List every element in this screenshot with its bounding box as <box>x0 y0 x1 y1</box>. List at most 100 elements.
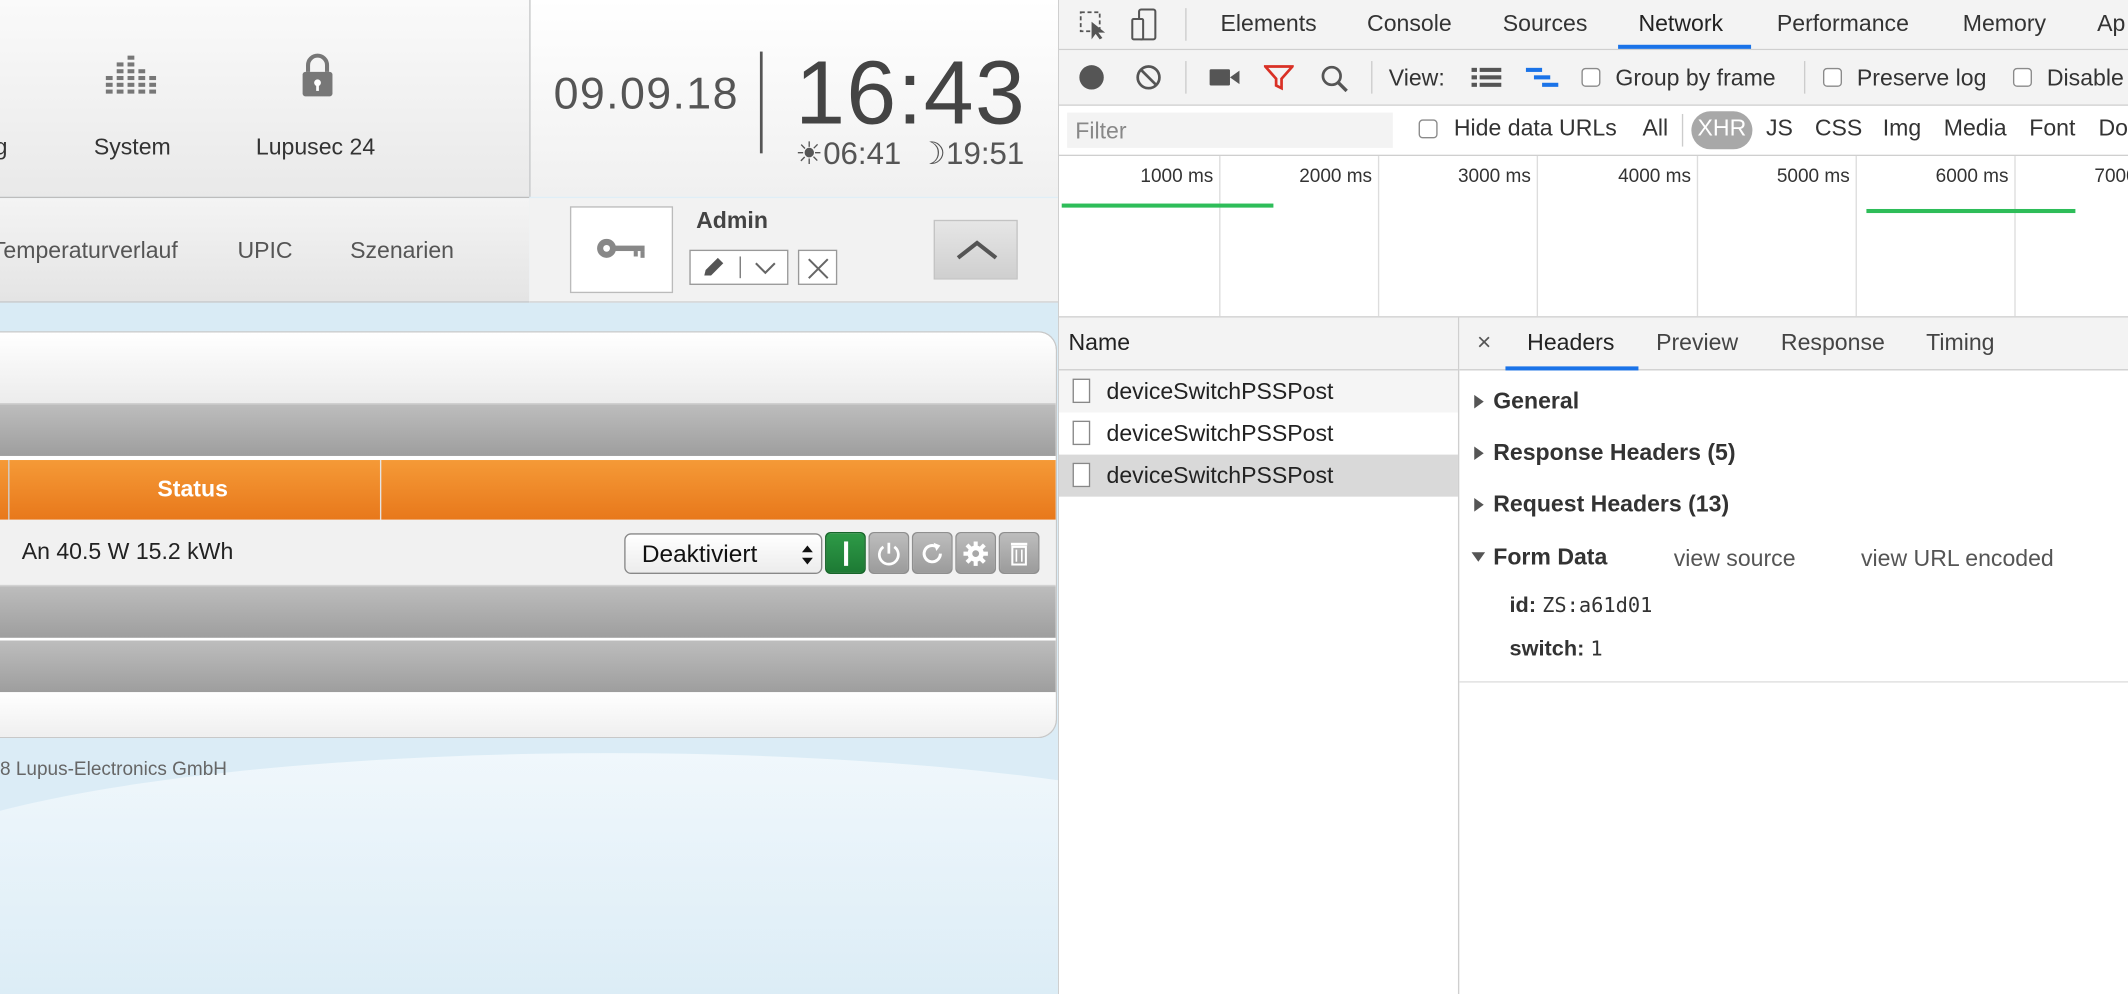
settings-button[interactable] <box>955 531 997 575</box>
devtools-panel: Elements Console Sources Network Perform… <box>1058 0 2128 994</box>
view-source-link[interactable]: view source <box>1674 546 1796 573</box>
timeline-gridline <box>1855 156 1857 317</box>
filter-type-xhr[interactable]: XHR <box>1691 111 1753 150</box>
sunrise-icon: ☀ <box>795 135 824 171</box>
tab-memory[interactable]: Memory <box>1963 11 2046 38</box>
select-arrows-icon <box>801 545 813 565</box>
filter-divider <box>1681 113 1684 147</box>
grey-band-3 <box>0 640 1056 693</box>
filter-type-media[interactable]: Media <box>1944 115 2007 142</box>
clear-icon[interactable] <box>1135 64 1162 91</box>
logout-button[interactable] <box>797 249 838 285</box>
device-panel: Status An 40.5 W 15.2 kWh Deaktiviert <box>0 331 1058 739</box>
hide-data-urls-checkbox[interactable] <box>1418 119 1438 139</box>
clock-date: 09.09.18 <box>553 67 739 119</box>
record-icon[interactable] <box>1079 65 1104 90</box>
gear-icon <box>963 541 988 566</box>
sunset-time: 19:51 <box>946 135 1025 171</box>
sublink-temperaturverlauf[interactable]: Temperaturverlauf <box>0 237 178 264</box>
list-view-icon[interactable] <box>1471 66 1502 88</box>
active-tab-indicator <box>1618 44 1752 49</box>
details-tab-response[interactable]: Response <box>1781 330 1885 357</box>
moon-icon: ☽ <box>918 135 947 171</box>
preserve-log-checkbox[interactable] <box>1822 67 1842 87</box>
inspect-element-icon[interactable] <box>1079 11 1109 41</box>
details-tab-headers[interactable]: Headers <box>1527 330 1614 357</box>
form-field-key: switch: <box>1509 637 1585 661</box>
tab-sources[interactable]: Sources <box>1503 11 1588 38</box>
section-form-data[interactable]: Form Data <box>1493 544 1607 571</box>
filter-type-css[interactable]: CSS <box>1815 115 1862 142</box>
form-field-value: ZS:a61d01 <box>1542 593 1653 618</box>
nav-item-lupusec24-label: Lupusec 24 <box>255 134 376 161</box>
panel-footer-row <box>0 693 1056 737</box>
chevron-up-icon <box>956 240 998 260</box>
details-tab-timing[interactable]: Timing <box>1926 330 1994 357</box>
group-by-frame-checkbox[interactable] <box>1581 67 1601 87</box>
tab-application[interactable]: Ap <box>2097 11 2125 38</box>
key-icon <box>597 238 645 258</box>
group-by-frame-label: Group by frame <box>1615 65 1776 91</box>
nav-item-system-label: System <box>93 134 171 161</box>
edit-divider <box>739 256 741 279</box>
pencil-icon <box>704 257 724 276</box>
panel-header-row <box>0 332 1056 405</box>
lupusec-web-ui: g System Lupusec 24 09.09.18 16:43 ☀06:4… <box>0 0 1058 994</box>
expand-triangle-icon[interactable] <box>1474 394 1484 409</box>
document-icon <box>1072 462 1091 488</box>
sublink-szenarien[interactable]: Szenarien <box>350 237 454 264</box>
expand-triangle-icon[interactable] <box>1474 446 1484 461</box>
screenshot-camera-icon[interactable] <box>1208 66 1241 88</box>
view-label: View: <box>1388 65 1445 91</box>
tab-network[interactable]: Network <box>1638 11 1723 38</box>
sublink-upic[interactable]: UPIC <box>237 237 292 264</box>
delete-button[interactable] <box>998 531 1040 575</box>
filter-type-img[interactable]: Img <box>1883 115 1921 142</box>
edit-user-button[interactable] <box>689 249 789 285</box>
section-response-headers[interactable]: Response Headers (5) <box>1493 440 1735 467</box>
request-name: deviceSwitchPSSPost <box>1106 462 1334 489</box>
filter-type-all[interactable]: All <box>1643 115 1669 142</box>
waterfall-view-icon[interactable] <box>1525 66 1559 88</box>
switch-on-button[interactable] <box>825 531 866 575</box>
device-toolbar-icon[interactable] <box>1131 8 1164 41</box>
tab-elements[interactable]: Elements <box>1220 11 1316 38</box>
pane-divider[interactable] <box>1457 317 1460 994</box>
disable-cache-checkbox[interactable] <box>2012 67 2032 87</box>
filter-type-doc[interactable]: Do <box>2098 115 2127 142</box>
chevron-down-icon <box>755 262 776 275</box>
request-row[interactable]: deviceSwitchPSSPost <box>1059 412 1458 455</box>
search-icon[interactable] <box>1320 64 1350 94</box>
name-column-header[interactable]: Name <box>1059 317 1458 371</box>
power-icon <box>878 542 900 566</box>
nav-item-system[interactable]: System <box>81 52 183 174</box>
form-field-row: id: ZS:a61d01 <box>1510 593 1653 619</box>
filter-type-js[interactable]: JS <box>1766 115 1793 142</box>
filter-type-font[interactable]: Font <box>2029 115 2075 142</box>
toolbar-divider-1 <box>1185 61 1187 94</box>
expand-triangle-icon[interactable] <box>1474 498 1484 512</box>
tab-performance[interactable]: Performance <box>1777 11 1909 38</box>
filter-icon[interactable] <box>1263 64 1294 91</box>
request-row-selected[interactable]: deviceSwitchPSSPost <box>1059 454 1458 497</box>
grey-band-2 <box>0 586 1056 638</box>
details-tab-preview[interactable]: Preview <box>1656 330 1738 357</box>
power-button[interactable] <box>868 531 910 575</box>
request-timing-bar <box>1866 208 2076 214</box>
timeline-gridline <box>2014 156 2016 317</box>
collapse-button[interactable] <box>933 219 1018 280</box>
device-mode-select[interactable]: Deaktiviert <box>624 533 823 575</box>
refresh-button[interactable] <box>911 531 953 575</box>
nav-item-lupusec24[interactable]: Lupusec 24 <box>244 52 386 174</box>
tab-console[interactable]: Console <box>1367 11 1452 38</box>
close-details-icon[interactable]: × <box>1477 328 1491 356</box>
filter-input[interactable]: Filter <box>1067 112 1393 148</box>
nav-item-partial[interactable]: g <box>0 134 7 161</box>
view-url-encoded-link[interactable]: view URL encoded <box>1861 546 2054 573</box>
request-row[interactable]: deviceSwitchPSSPost <box>1059 370 1458 413</box>
hide-data-urls-label: Hide data URLs <box>1453 115 1617 142</box>
collapse-triangle-icon[interactable] <box>1471 552 1486 562</box>
section-request-headers[interactable]: Request Headers (13) <box>1493 491 1729 518</box>
document-icon <box>1072 378 1091 404</box>
section-general[interactable]: General <box>1493 388 1579 415</box>
